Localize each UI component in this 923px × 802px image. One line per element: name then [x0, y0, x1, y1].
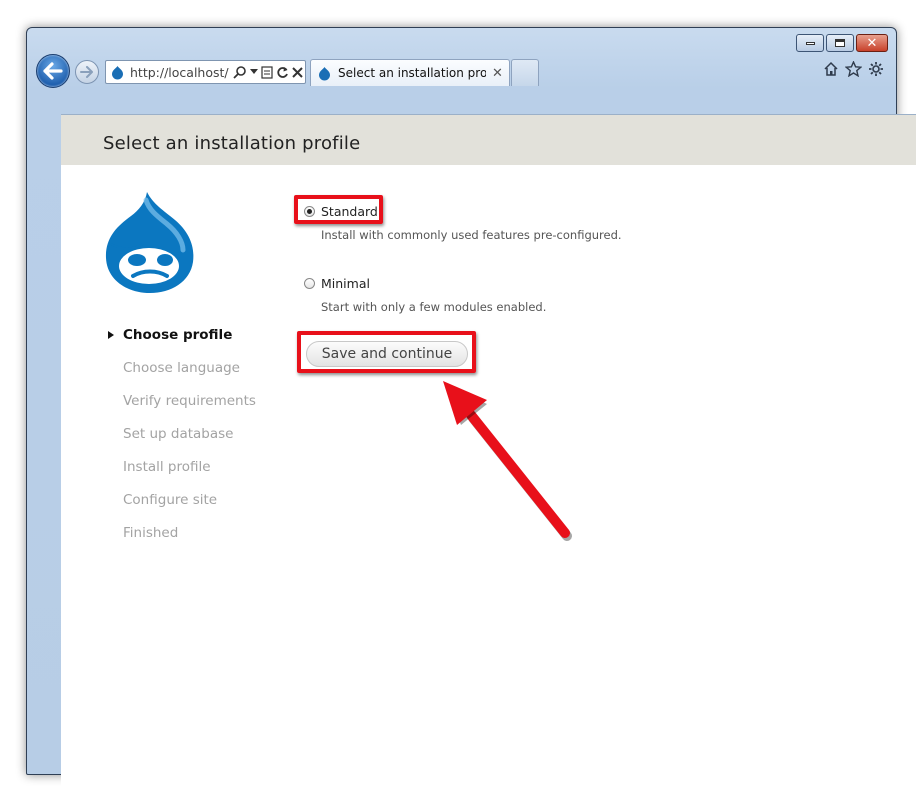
minimize-button[interactable]: [796, 34, 824, 52]
browser-tab[interactable]: Select an installation profil... ✕: [310, 59, 510, 86]
chevron-down-icon[interactable]: [249, 69, 258, 75]
step-configure-site: Configure site: [123, 492, 218, 508]
minimal-label[interactable]: Minimal: [321, 276, 370, 291]
step-verify-requirements: Verify requirements: [123, 393, 256, 409]
minimal-radio[interactable]: [304, 278, 315, 289]
forward-button[interactable]: [75, 60, 99, 84]
minimal-description: Start with only a few modules enabled.: [321, 300, 547, 314]
back-arrow-icon: [43, 62, 63, 80]
site-favicon-icon: [112, 65, 123, 79]
step-install-profile: Install profile: [123, 459, 211, 475]
close-icon: ✕: [866, 35, 878, 51]
new-tab-button[interactable]: [511, 59, 539, 86]
save-highlight-box: [297, 331, 476, 373]
install-steps: Choose profile Choose language Verify re…: [108, 326, 256, 557]
tab-favicon-icon: [319, 66, 330, 80]
maximize-button[interactable]: [826, 34, 854, 52]
standard-highlight-box: [294, 195, 383, 224]
window-controls: ✕: [796, 34, 888, 52]
browser-window: ✕ http://localhost/ Select an installati…: [26, 27, 916, 796]
browser-toolbar-right: [823, 61, 884, 77]
tab-close-icon[interactable]: ✕: [492, 66, 503, 81]
address-url[interactable]: http://localhost/: [130, 65, 229, 80]
page-header: Select an installation profile: [61, 115, 916, 165]
search-icon[interactable]: [232, 65, 247, 79]
page-title: Select an installation profile: [103, 133, 361, 154]
gear-icon[interactable]: [868, 61, 884, 77]
step-choose-language: Choose language: [123, 360, 240, 376]
close-window-button[interactable]: ✕: [856, 34, 888, 52]
step-choose-profile: Choose profile: [108, 326, 256, 359]
forward-arrow-icon: [80, 66, 93, 78]
address-bar[interactable]: http://localhost/: [105, 60, 306, 84]
minimize-icon: [805, 41, 815, 45]
profile-option-minimal: Minimal Start with only a few modules en…: [304, 276, 546, 314]
favorites-star-icon[interactable]: [845, 61, 862, 77]
tab-title: Select an installation profil...: [338, 66, 486, 80]
drupal-logo: [105, 192, 194, 293]
stop-icon[interactable]: [291, 66, 303, 78]
refresh-icon[interactable]: [276, 66, 289, 79]
back-button[interactable]: [36, 54, 70, 88]
home-icon[interactable]: [823, 61, 839, 77]
compat-icon[interactable]: [261, 65, 273, 79]
step-set-up-database: Set up database: [123, 426, 234, 442]
standard-description: Install with commonly used features pre-…: [321, 228, 622, 242]
page-content: Select an installation profile Choose pr…: [61, 114, 916, 796]
step-finished: Finished: [123, 525, 179, 541]
maximize-icon: [835, 39, 845, 47]
